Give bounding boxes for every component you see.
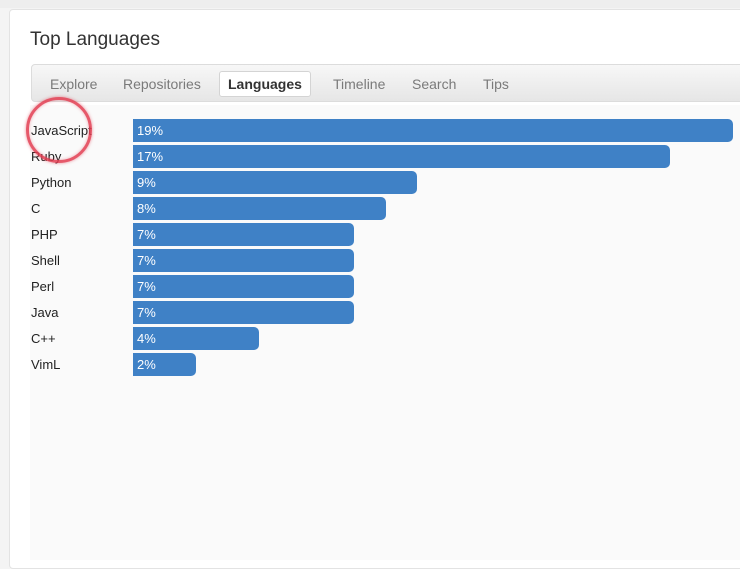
bar-value-label: 7%: [137, 279, 156, 294]
bar-value-label: 8%: [137, 201, 156, 216]
page-title: Top Languages: [30, 29, 160, 50]
language-label: C++: [31, 331, 56, 346]
bar-value-label: 17%: [137, 149, 164, 164]
language-label: Python: [31, 175, 72, 190]
language-label: PHP: [31, 227, 58, 242]
bar-value-label: 7%: [137, 227, 156, 242]
bar-value-label: 9%: [137, 175, 156, 190]
language-label: VimL: [31, 357, 61, 372]
tab-languages[interactable]: Languages: [219, 71, 311, 97]
tab-explore[interactable]: Explore: [42, 71, 105, 97]
tab-tips[interactable]: Tips: [475, 71, 517, 97]
language-chart: JavaScript 19% Ruby 17% Python 9% C 8% PHP 7% Shel…: [30, 105, 740, 560]
tab-repositories[interactable]: Repositories: [115, 71, 209, 97]
bar-value-label: 4%: [137, 331, 156, 346]
language-label: Java: [31, 305, 59, 320]
language-bar[interactable]: [133, 119, 733, 142]
language-bar[interactable]: [133, 197, 386, 220]
language-label: C: [31, 201, 41, 216]
page-top-strip: [0, 0, 740, 8]
language-bar[interactable]: [133, 301, 354, 324]
language-label: JavaScript: [31, 123, 92, 138]
language-bar[interactable]: [133, 249, 354, 272]
language-bar[interactable]: [133, 223, 354, 246]
language-bar[interactable]: [133, 145, 670, 168]
language-bar[interactable]: [133, 171, 417, 194]
bar-value-label: 7%: [137, 305, 156, 320]
bar-value-label: 19%: [137, 123, 164, 138]
bar-value-label: 7%: [137, 253, 156, 268]
language-label: Ruby: [31, 149, 62, 164]
tab-timeline[interactable]: Timeline: [325, 71, 393, 97]
tab-bar: Explore Repositories Languages Timeline …: [31, 64, 740, 102]
language-label: Shell: [31, 253, 60, 268]
bar-value-label: 2%: [137, 357, 156, 372]
tab-search[interactable]: Search: [404, 71, 464, 97]
language-bar[interactable]: [133, 275, 354, 298]
language-label: Perl: [31, 279, 55, 294]
